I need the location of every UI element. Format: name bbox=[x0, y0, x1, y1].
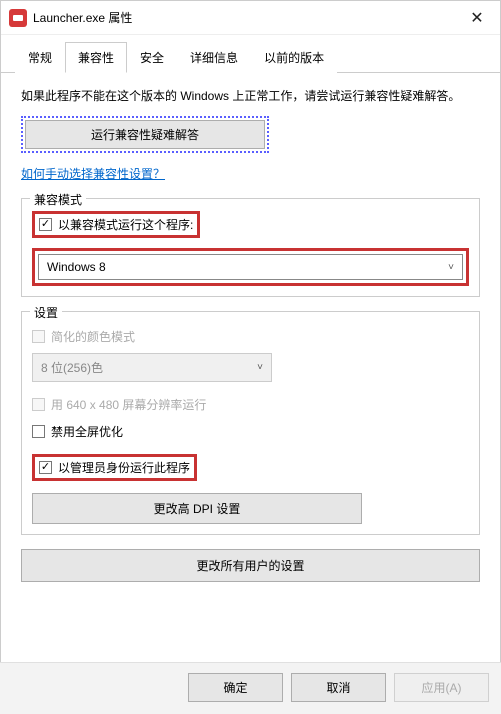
highlight-admin-checkbox: ✓ 以管理员身份运行此程序 bbox=[32, 454, 197, 481]
color-depth-select: 8 位(256)色 ˅ bbox=[32, 353, 272, 382]
tab-previous-versions[interactable]: 以前的版本 bbox=[251, 42, 337, 73]
compat-mode-legend: 兼容模式 bbox=[30, 191, 86, 208]
compat-mode-selected: Windows 8 bbox=[47, 260, 106, 274]
reduced-color-label: 简化的颜色模式 bbox=[51, 328, 135, 345]
tab-details[interactable]: 详细信息 bbox=[177, 42, 251, 73]
troubleshooter-focus-outline: 运行兼容性疑难解答 bbox=[21, 116, 269, 153]
tab-content: 如果此程序不能在这个版本的 Windows 上正常工作，请尝试运行兼容性疑难解答… bbox=[1, 73, 500, 582]
close-button[interactable]: ✕ bbox=[454, 1, 500, 35]
tab-compatibility[interactable]: 兼容性 bbox=[65, 42, 127, 73]
settings-legend: 设置 bbox=[30, 304, 62, 321]
manual-settings-link[interactable]: 如何手动选择兼容性设置？ bbox=[21, 165, 165, 182]
highlight-compat-select: Windows 8 ˅ bbox=[32, 248, 469, 286]
apply-button: 应用(A) bbox=[394, 673, 489, 702]
res-640-checkbox bbox=[32, 398, 45, 411]
reduced-color-checkbox bbox=[32, 330, 45, 343]
color-depth-selected: 8 位(256)色 bbox=[41, 359, 103, 376]
run-as-admin-label: 以管理员身份运行此程序 bbox=[58, 459, 190, 476]
cancel-button[interactable]: 取消 bbox=[291, 673, 386, 702]
change-dpi-button[interactable]: 更改高 DPI 设置 bbox=[32, 493, 362, 524]
tab-security[interactable]: 安全 bbox=[127, 42, 177, 73]
ok-button[interactable]: 确定 bbox=[188, 673, 283, 702]
tab-general[interactable]: 常规 bbox=[15, 42, 65, 73]
change-all-users-button[interactable]: 更改所有用户的设置 bbox=[21, 549, 480, 582]
res-640-row: 用 640 x 480 屏幕分辨率运行 bbox=[32, 396, 469, 413]
disable-fullscreen-checkbox[interactable] bbox=[32, 425, 45, 438]
window-title: Launcher.exe 属性 bbox=[33, 9, 132, 26]
intro-text: 如果此程序不能在这个版本的 Windows 上正常工作，请尝试运行兼容性疑难解答… bbox=[21, 87, 480, 106]
compat-mode-group: 兼容模式 ✓ 以兼容模式运行这个程序: Windows 8 ˅ bbox=[21, 198, 480, 297]
compat-mode-checkbox-label: 以兼容模式运行这个程序: bbox=[58, 216, 193, 233]
run-as-admin-checkbox[interactable]: ✓ bbox=[39, 461, 52, 474]
titlebar: Launcher.exe 属性 ✕ bbox=[1, 1, 500, 35]
compat-mode-select[interactable]: Windows 8 ˅ bbox=[38, 254, 463, 280]
reduced-color-row: 简化的颜色模式 bbox=[32, 328, 469, 345]
disable-fullscreen-label: 禁用全屏优化 bbox=[51, 423, 123, 440]
close-icon: ✕ bbox=[470, 8, 483, 28]
res-640-label: 用 640 x 480 屏幕分辨率运行 bbox=[51, 396, 206, 413]
settings-group: 设置 简化的颜色模式 8 位(256)色 ˅ 用 640 x 480 屏幕分辨率… bbox=[21, 311, 480, 535]
compat-mode-checkbox[interactable]: ✓ bbox=[39, 218, 52, 231]
app-icon bbox=[9, 9, 27, 27]
highlight-compat-checkbox: ✓ 以兼容模式运行这个程序: bbox=[32, 211, 200, 238]
run-troubleshooter-button[interactable]: 运行兼容性疑难解答 bbox=[25, 120, 265, 149]
disable-fullscreen-row: 禁用全屏优化 bbox=[32, 423, 469, 440]
tab-strip: 常规 兼容性 安全 详细信息 以前的版本 bbox=[1, 35, 500, 73]
chevron-down-icon: ˅ bbox=[448, 262, 454, 273]
dialog-footer: 确定 取消 应用(A) bbox=[0, 662, 501, 714]
chevron-down-icon: ˅ bbox=[257, 362, 263, 373]
